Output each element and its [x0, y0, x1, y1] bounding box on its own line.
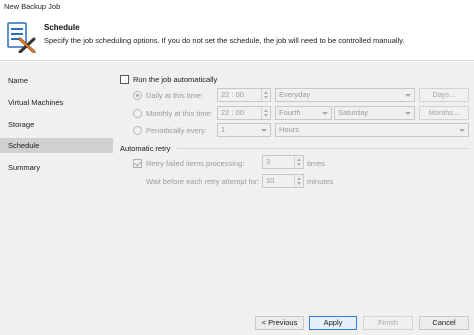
- window-title: New Backup Job: [4, 2, 61, 11]
- chevron-down-icon: [320, 108, 330, 118]
- automatic-retry-heading: Automatic retry: [120, 144, 171, 153]
- monthly-radio[interactable]: [133, 109, 142, 118]
- run-automatically-checkbox[interactable]: [120, 75, 129, 84]
- group-divider: [177, 148, 469, 149]
- sidebar-item-name[interactable]: Name: [0, 73, 113, 88]
- daily-period-select[interactable]: Everyday: [275, 88, 415, 102]
- retry-count-input[interactable]: 3: [262, 155, 304, 169]
- daily-radio[interactable]: [133, 91, 142, 100]
- cancel-button[interactable]: Cancel: [419, 316, 469, 330]
- periodic-unit-value: Hours: [279, 125, 300, 134]
- daily-label: Daily at this time:: [146, 91, 204, 100]
- sidebar-item-virtual-machines[interactable]: Virtual Machines: [0, 95, 113, 110]
- monthly-day-value: Saturday: [338, 108, 369, 117]
- monthly-time-input[interactable]: 22 : 00: [217, 106, 271, 120]
- previous-button[interactable]: < Previous: [255, 316, 304, 330]
- retry-count-spinner[interactable]: [294, 156, 303, 168]
- wizard-footer: < Previous Apply Finish Cancel: [0, 314, 474, 335]
- monthly-week-value: Fourth: [279, 108, 301, 117]
- months-button[interactable]: Months...: [419, 106, 469, 120]
- retry-checkbox[interactable]: [133, 159, 142, 168]
- monthly-label: Monthly at this time:: [146, 109, 213, 118]
- chevron-down-icon: [403, 108, 413, 118]
- daily-time-spinner[interactable]: [261, 89, 270, 101]
- retry-unit-label: times: [307, 159, 325, 168]
- finish-button[interactable]: Finish: [363, 316, 413, 330]
- sidebar-item-summary[interactable]: Summary: [0, 160, 113, 175]
- apply-button[interactable]: Apply: [309, 316, 357, 330]
- monthly-day-select[interactable]: Saturday: [334, 106, 415, 120]
- periodically-radio[interactable]: [133, 126, 142, 135]
- wizard-header: Schedule Specify the job scheduling opti…: [0, 14, 474, 61]
- wait-minutes-value: 10: [266, 176, 275, 185]
- sidebar-item-storage[interactable]: Storage: [0, 117, 113, 132]
- daily-time-value: 22 : 00: [221, 90, 244, 99]
- days-button[interactable]: Days...: [419, 88, 469, 102]
- periodic-unit-select[interactable]: Hours: [275, 123, 469, 137]
- schedule-panel: Run the job automatically Daily at this …: [113, 62, 474, 314]
- monthly-time-spinner[interactable]: [261, 107, 270, 119]
- backup-job-logo-icon: [6, 21, 36, 54]
- monthly-week-select[interactable]: Fourth: [275, 106, 332, 120]
- chevron-down-icon: [457, 125, 467, 135]
- title-bar: New Backup Job: [0, 0, 474, 14]
- retry-label: Retry failed items processing:: [146, 159, 245, 168]
- daily-period-value: Everyday: [279, 90, 311, 99]
- periodic-value-select[interactable]: 1: [217, 123, 271, 137]
- chevron-down-icon: [403, 90, 413, 100]
- page-description: Specify the job scheduling options. If y…: [44, 36, 405, 45]
- daily-time-input[interactable]: 22 : 00: [217, 88, 271, 102]
- wait-unit-label: minutes: [307, 177, 334, 186]
- page-title: Schedule: [44, 23, 80, 32]
- chevron-down-icon: [259, 125, 269, 135]
- wait-minutes-spinner[interactable]: [294, 175, 303, 187]
- periodically-label: Periodically every:: [146, 126, 207, 135]
- wizard-sidebar: Name Virtual Machines Storage Schedule S…: [0, 62, 113, 314]
- wait-label: Wait before each retry attempt for:: [146, 177, 260, 186]
- periodic-value: 1: [221, 125, 226, 134]
- sidebar-item-schedule[interactable]: Schedule: [0, 138, 113, 153]
- monthly-time-value: 22 : 00: [221, 108, 244, 117]
- run-automatically-label: Run the job automatically: [133, 75, 218, 84]
- wait-minutes-input[interactable]: 10: [262, 174, 304, 188]
- retry-count-value: 3: [266, 157, 271, 166]
